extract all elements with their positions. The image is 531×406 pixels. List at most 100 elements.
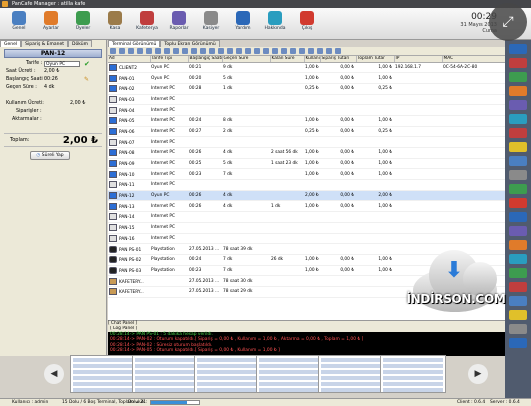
table-row[interactable]: PAN-04 Internet PC: [108, 104, 505, 116]
sidebar-tool-icon[interactable]: [509, 324, 527, 334]
grid-tool-icon[interactable]: [245, 48, 251, 54]
tab-screen-view[interactable]: Toplu Ekran Görünümü: [160, 40, 220, 47]
grid-tool-icon[interactable]: [137, 48, 143, 54]
thumbnail[interactable]: [70, 355, 136, 393]
sidebar-tool-icon[interactable]: [509, 156, 527, 166]
thumbnail[interactable]: [194, 355, 260, 393]
grid-tool-icon[interactable]: [263, 48, 269, 54]
grid-tool-icon[interactable]: [182, 48, 188, 54]
sidebar-tool-icon[interactable]: [509, 296, 527, 306]
sidebar-tool-icon[interactable]: [509, 240, 527, 250]
table-row[interactable]: PAN-01 Oyun PC 00:20 5 dk 1,00 ₺ 0,00 ₺ 1,00 ₺: [108, 72, 505, 84]
expand-icon[interactable]: ⤢: [489, 3, 527, 41]
table-row[interactable]: CLIENT2 Oyun PC 00:21 9 dk 1,00 ₺ 0,00 ₺ 1,00 …: [108, 62, 505, 74]
table-row[interactable]: PAN-12 Oyun PC 00:26 4 dk 2,00 ₺ 0,00 ₺ 2,00 ₺: [108, 190, 505, 202]
sidebar-tool-icon[interactable]: [509, 170, 527, 180]
grid-tool-icon[interactable]: [146, 48, 152, 54]
sidebar-tool-icon[interactable]: [509, 282, 527, 292]
table-row[interactable]: PAN-02 Internet PC 00:28 1 dk 0,25 ₺ 0,00 ₺ 0,…: [108, 83, 505, 95]
table-cell: [188, 104, 222, 116]
edit-icon[interactable]: ✎: [84, 76, 89, 84]
sidebar-tool-icon[interactable]: [509, 254, 527, 264]
grid-tool-icon[interactable]: [335, 48, 341, 54]
table-row[interactable]: PAN-16 Internet PC: [108, 233, 505, 245]
table-row[interactable]: PAN-10 Internet PC 00:23 7 dk 1,00 ₺ 0,00 ₺ 1,…: [108, 168, 505, 181]
kasiyer-icon: [204, 11, 218, 25]
sidebar-tool-icon[interactable]: [509, 72, 527, 82]
sidebar-tool-icon[interactable]: [509, 268, 527, 278]
thumbnail[interactable]: [132, 355, 198, 393]
toolbar-ayarlar-button[interactable]: Ayarlar: [36, 10, 66, 38]
thumbnail[interactable]: [318, 355, 384, 393]
prev-arrow-icon[interactable]: ◀: [44, 364, 64, 384]
table-row[interactable]: PAN-05 Internet PC 00:24 8 dk 1,00 ₺ 0,00 ₺ 1,…: [108, 115, 505, 127]
grid-tool-icon[interactable]: [110, 48, 116, 54]
sidebar-tool-icon[interactable]: [509, 128, 527, 138]
column-header[interactable]: Kullanı...: [304, 56, 321, 63]
grid-tool-icon[interactable]: [191, 48, 197, 54]
tab-genel[interactable]: Genel: [0, 40, 22, 47]
tab-terminal-view[interactable]: Terminal Görünümü: [108, 40, 161, 47]
table-row[interactable]: PAN-03 Internet PC: [108, 94, 505, 106]
thumbnail[interactable]: [256, 355, 322, 393]
sidebar-tool-icon[interactable]: [509, 44, 527, 54]
sidebar-tool-icon[interactable]: [509, 86, 527, 96]
grid-tool-icon[interactable]: [227, 48, 233, 54]
grid-tool-icon[interactable]: [173, 48, 179, 54]
sidebar-tool-icon[interactable]: [509, 100, 527, 110]
grid-tool-icon[interactable]: [200, 48, 206, 54]
grid-tool-icon[interactable]: [326, 48, 332, 54]
sidebar-tool-icon[interactable]: [509, 338, 527, 348]
grid-tool-icon[interactable]: [128, 48, 134, 54]
table-cell: [394, 222, 442, 234]
sidebar-tool-icon[interactable]: [509, 58, 527, 68]
grid-tool-icon[interactable]: [218, 48, 224, 54]
table-row[interactable]: PAN-14 Internet PC: [108, 211, 505, 223]
grid-tool-icon[interactable]: [155, 48, 161, 54]
grid-tool-icon[interactable]: [164, 48, 170, 54]
table-row[interactable]: PAN-09 Internet PC 00:25 5 dk 1 saat 23 dk 1,…: [108, 158, 505, 170]
sidebar-tool-icon[interactable]: [509, 198, 527, 208]
table-row[interactable]: PAN-06 Internet PC 00:27 2 dk 0,25 ₺ 0,00 ₺ 0,…: [108, 126, 505, 138]
sidebar-tool-icon[interactable]: [509, 212, 527, 222]
next-arrow-icon[interactable]: ▶: [468, 364, 488, 384]
grid-tool-icon[interactable]: [272, 48, 278, 54]
sidebar-tool-icon[interactable]: [509, 226, 527, 236]
sidebar-tool-icon[interactable]: [509, 114, 527, 124]
toolbar-kasa-button[interactable]: Kasa: [100, 10, 130, 38]
toolbar-kafeterya-button[interactable]: Kafeterya: [132, 10, 162, 38]
toolbar-kasiyer-button[interactable]: Kasiyer: [196, 10, 226, 38]
thumbnail[interactable]: [380, 355, 446, 393]
grid-tool-icon[interactable]: [236, 48, 242, 54]
table-row[interactable]: PAN-15 Internet PC: [108, 222, 505, 234]
grid-tool-icon[interactable]: [119, 48, 125, 54]
table-row[interactable]: PAN-07 Internet PC: [108, 136, 505, 148]
sidebar-tool-icon[interactable]: [509, 310, 527, 320]
toolbar-genel-button[interactable]: Genel: [4, 10, 34, 38]
grid-tool-icon[interactable]: [290, 48, 296, 54]
grid-tool-icon[interactable]: [308, 48, 314, 54]
sidebar-tool-icon[interactable]: [509, 142, 527, 152]
sidebar-tool-icon[interactable]: [509, 184, 527, 194]
grid-tool-icon[interactable]: [254, 48, 260, 54]
sureli-yap-button[interactable]: ◷ Süreli Yap: [30, 151, 70, 160]
table-row[interactable]: PAN-08 Internet PC 00:26 4 dk 2 saat 56 dk 1,…: [108, 147, 505, 159]
grid-tool-icon[interactable]: [299, 48, 305, 54]
toolbar-cikis-button[interactable]: Çıkış: [292, 10, 322, 38]
toolbar-hakkinda-button[interactable]: Hakkında: [260, 10, 290, 38]
tarife-select[interactable]: Oyun PC: [44, 61, 80, 67]
check-icon[interactable]: ✔: [84, 60, 90, 68]
column-header[interactable]: Başlangıç Saati: [188, 56, 223, 63]
table-row[interactable]: PAN-13 Internet PC 00:26 4 dk 1 dk 1,00 ₺ 0,00…: [108, 200, 505, 213]
toolbar-uyeler-button[interactable]: Üyeler: [68, 10, 98, 38]
table-cell: 27.05.2013 ...: [188, 275, 222, 287]
table-row[interactable]: PAN-11 Internet PC: [108, 179, 505, 191]
toolbar-yardim-button[interactable]: Yardım: [228, 10, 258, 38]
tab-siparis-emanet[interactable]: Sipariş & Emanet: [21, 40, 69, 47]
tab-dokum[interactable]: Döküm: [68, 40, 92, 47]
toolbar-raporlar-button[interactable]: Raporlar: [164, 10, 194, 38]
grid-tool-icon[interactable]: [209, 48, 215, 54]
cell-sipari-tutar-: 0,00 ₺: [340, 161, 354, 167]
grid-tool-icon[interactable]: [317, 48, 323, 54]
grid-tool-icon[interactable]: [281, 48, 287, 54]
